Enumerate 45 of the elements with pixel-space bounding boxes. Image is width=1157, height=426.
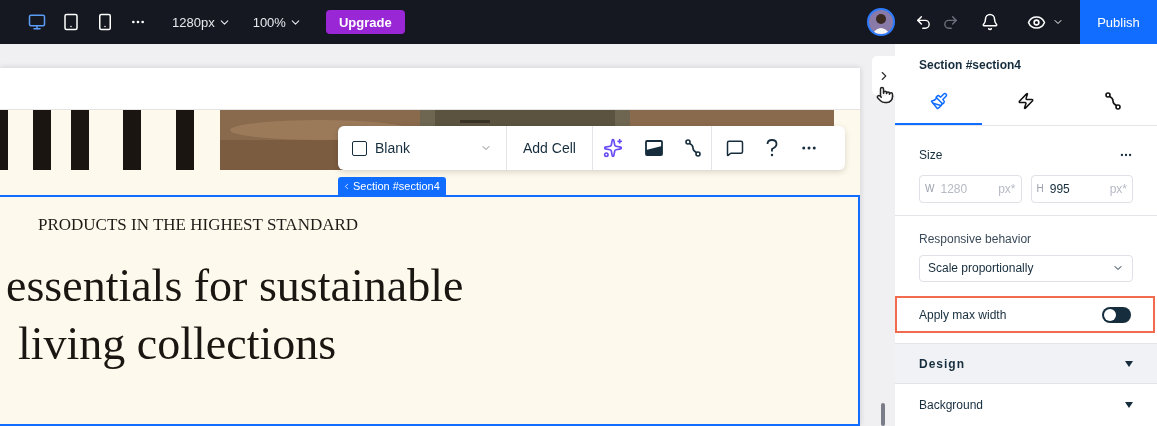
size-label: Size bbox=[919, 147, 943, 162]
max-width-toggle[interactable] bbox=[1102, 306, 1131, 323]
background-icon[interactable] bbox=[644, 140, 663, 156]
connector-icon bbox=[1105, 92, 1122, 111]
undo-icon[interactable] bbox=[915, 13, 932, 31]
bell-icon[interactable] bbox=[981, 13, 999, 31]
comment-icon[interactable] bbox=[725, 139, 744, 157]
field-value: 1280 bbox=[940, 181, 969, 196]
desktop-view-button[interactable] bbox=[28, 13, 46, 31]
connector-icon bbox=[684, 139, 701, 157]
zoom-menu[interactable]: 100% bbox=[252, 14, 302, 30]
help-icon[interactable] bbox=[765, 139, 778, 157]
scrollbar bbox=[881, 403, 885, 426]
mobile-view-button[interactable] bbox=[96, 13, 114, 31]
max-width-label: Apply max width bbox=[919, 307, 1007, 322]
connector-button[interactable] bbox=[684, 139, 701, 157]
panel-title: Section #section4 bbox=[918, 57, 1023, 74]
tablet-view-button[interactable] bbox=[62, 13, 80, 31]
headline: essentials for sustainable bbox=[6, 259, 465, 313]
unit-label: px* bbox=[1109, 181, 1127, 196]
upgrade-button[interactable]: Upgrade bbox=[325, 10, 405, 34]
hand-cursor-icon bbox=[876, 86, 894, 104]
headline: living collections bbox=[17, 317, 338, 371]
sparkles-icon[interactable] bbox=[602, 138, 623, 158]
collapse-button[interactable] bbox=[872, 56, 895, 95]
avatar[interactable] bbox=[867, 8, 895, 36]
add-cell-button[interactable]: Add Cell bbox=[517, 140, 582, 156]
section-tag[interactable]: Section #section4 bbox=[338, 177, 446, 195]
triangle-icon bbox=[1125, 401, 1133, 408]
responsive-dropdown[interactable]: Scale proportionally bbox=[919, 254, 1133, 282]
lightning-icon bbox=[1017, 92, 1035, 111]
publish-button[interactable]: Publish bbox=[1080, 0, 1157, 44]
eyebrow-text: PRODUCTS IN THE HIGHEST STANDARD bbox=[37, 215, 360, 235]
width-menu[interactable]: 1280px bbox=[172, 14, 231, 30]
chevron-left-icon bbox=[342, 181, 351, 191]
responsive-label: Responsive behavior bbox=[919, 231, 1033, 246]
field-value: 995 bbox=[1049, 181, 1071, 196]
height-field[interactable]: H 995 px* bbox=[1030, 174, 1133, 203]
section-header[interactable]: Design bbox=[895, 343, 1157, 383]
triangle-icon bbox=[1125, 360, 1133, 367]
unit-label: px* bbox=[998, 181, 1016, 196]
field-prefix: H bbox=[1036, 183, 1044, 195]
field-prefix: W bbox=[925, 183, 935, 195]
layout-dropdown[interactable]: Blank bbox=[352, 140, 492, 156]
paintbrush-icon bbox=[929, 92, 948, 111]
